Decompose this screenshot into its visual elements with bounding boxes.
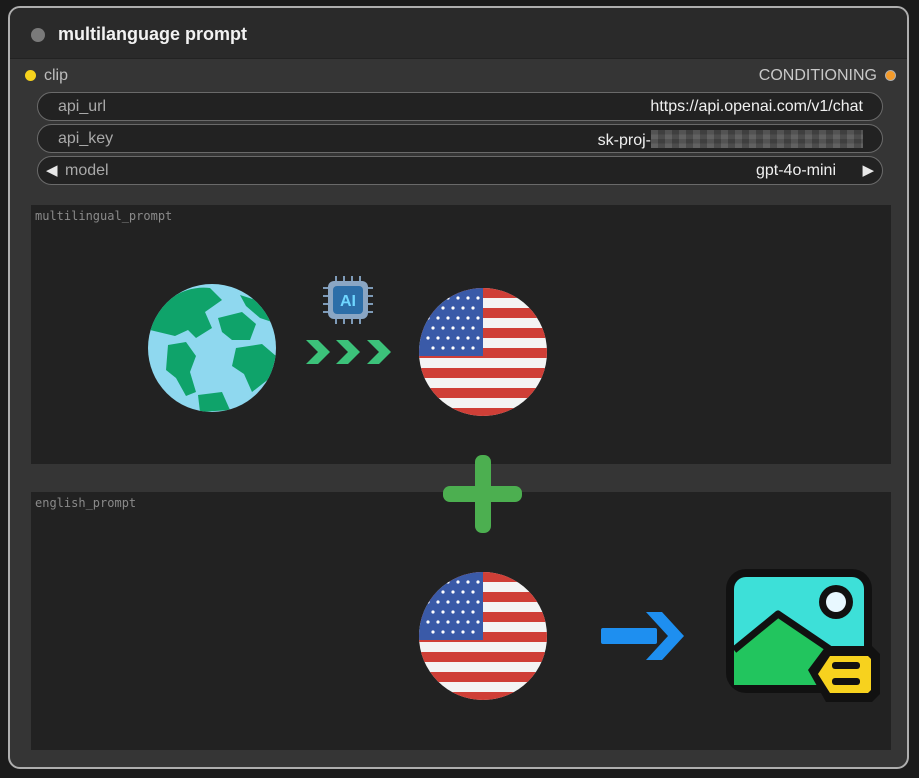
conditioning-output-label: CONDITIONING — [758, 67, 877, 84]
conditioning-output-slot-icon[interactable] — [885, 70, 896, 81]
api-key-value-wrap: sk-proj- — [598, 130, 863, 150]
model-value: gpt-4o-mini — [755, 162, 836, 179]
multilanguage-prompt-node[interactable]: multilanguage prompt clip CONDITIONING a… — [8, 6, 909, 769]
node-title: multilanguage prompt — [58, 24, 247, 44]
model-next-arrow-icon[interactable]: ▶ — [862, 161, 874, 179]
model-prev-arrow-icon[interactable]: ◀ — [46, 161, 58, 179]
english-prompt-textarea[interactable]: english_prompt — [31, 492, 891, 750]
node-titlebar[interactable]: multilanguage prompt — [10, 8, 907, 59]
multilingual-prompt-placeholder: multilingual_prompt — [35, 209, 173, 223]
collapse-dot-icon[interactable] — [31, 28, 45, 42]
model-label: model — [65, 162, 109, 179]
clip-input-label: clip — [44, 67, 69, 84]
clip-input-slot-icon[interactable] — [25, 70, 36, 81]
model-combo[interactable]: ◀ model gpt-4o-mini ▶ — [37, 156, 883, 185]
english-prompt-placeholder: english_prompt — [35, 496, 137, 510]
api-key-label: api_key — [58, 130, 114, 147]
multilingual-prompt-textarea[interactable]: multilingual_prompt — [31, 205, 891, 464]
api-url-field[interactable]: api_url https://api.openai.com/v1/chat — [37, 92, 883, 121]
api-key-redacted-blur — [651, 130, 863, 148]
api-url-value: https://api.openai.com/v1/chat — [650, 98, 863, 115]
api-key-value: sk-proj- — [597, 132, 651, 149]
api-url-label: api_url — [58, 98, 107, 115]
api-key-field[interactable]: api_key sk-proj- — [37, 124, 883, 153]
